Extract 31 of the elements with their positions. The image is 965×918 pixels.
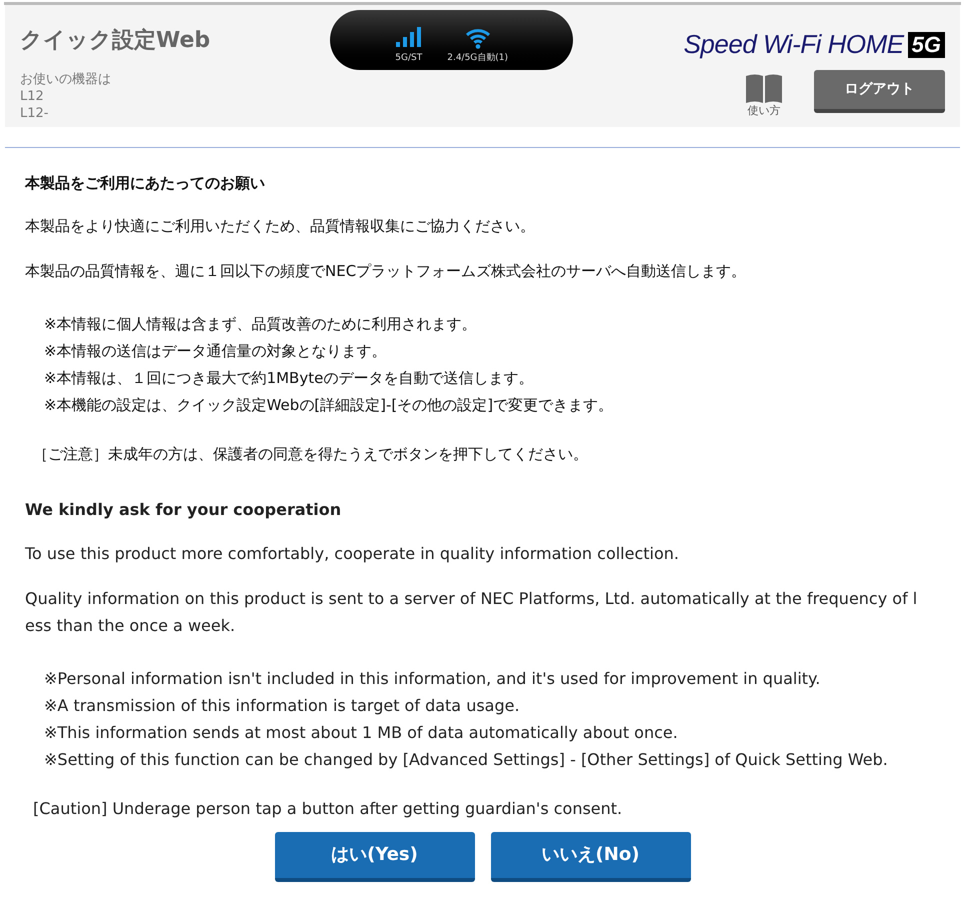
signal-label: 5G/ST	[395, 52, 422, 64]
note-line: ※本情報は、１回につき最大で約1MByteのデータを自動で送信します。	[44, 368, 534, 388]
note-line: ※Setting of this function can be changed by [Advanced Settings] - [Other Settings] of Quick Setting Web.	[44, 748, 889, 770]
note-line: ※本情報の送信はデータ通信量の対象となります。	[44, 340, 388, 362]
wifi-icon	[464, 26, 491, 48]
caution-text: [Caution] Underage person tap a button after getting guardian's consent.	[32, 798, 624, 820]
answer-button[interactable]: いいえ(No)	[490, 832, 690, 882]
paragraph: 本製品の品質情報を、週に１回以下の頻度でNECプラットフォームズ株式会社のサーバへ自動送信します。	[25, 260, 748, 282]
signal-icon	[396, 26, 422, 46]
section-heading: 本製品をご利用にあたってのお願い	[25, 173, 266, 194]
section-heading: We kindly ask for your cooperation	[25, 498, 342, 520]
note-line: ※本情報に個人情報は含まず、品質改善のために利用されます。	[44, 314, 478, 334]
book-icon	[744, 72, 784, 102]
brand-logo: Speed Wi-Fi HOME	[684, 28, 904, 61]
note-line: ※A transmission of this information is target of data usage.	[44, 694, 521, 716]
caution-text: ［ご注意］未成年の方は、保護者の同意を得たうえでボタンを押下してください。	[32, 444, 589, 464]
paragraph: To use this product more comfortably, cooperate in quality information collection.	[25, 542, 680, 564]
answer-button[interactable]: はい(Yes)	[274, 832, 474, 882]
device-model: L12	[20, 88, 45, 105]
paragraph: 本製品をより快適にご利用いただくため、品質情報収集にご協力ください。	[25, 216, 536, 236]
logout-button[interactable]: ログアウト	[814, 70, 945, 113]
brand-badge: 5G	[908, 32, 945, 58]
paragraph: Quality information on this product is sent to a server of NEC Platforms, Ltd. automatically at the frequency of less than the once a week.	[25, 588, 918, 636]
device-serial: L12-	[20, 105, 50, 122]
help-link[interactable]: 使い方	[744, 72, 784, 119]
note-line: ※本機能の設定は、クイック設定Webの[詳細設定]-[その他の設定]で変更できます。	[44, 394, 614, 416]
note-line: ※Personal information isn't included in this information, and it's used for improvement in quality.	[44, 668, 822, 690]
device-label: お使いの機器は	[20, 71, 112, 88]
note-line: ※This information sends at most about 1 MB of data automatically about once.	[44, 722, 679, 744]
wifi-label: 2.4/5G自動(1)	[447, 52, 508, 64]
page-title: クイック設定Web	[20, 27, 210, 55]
